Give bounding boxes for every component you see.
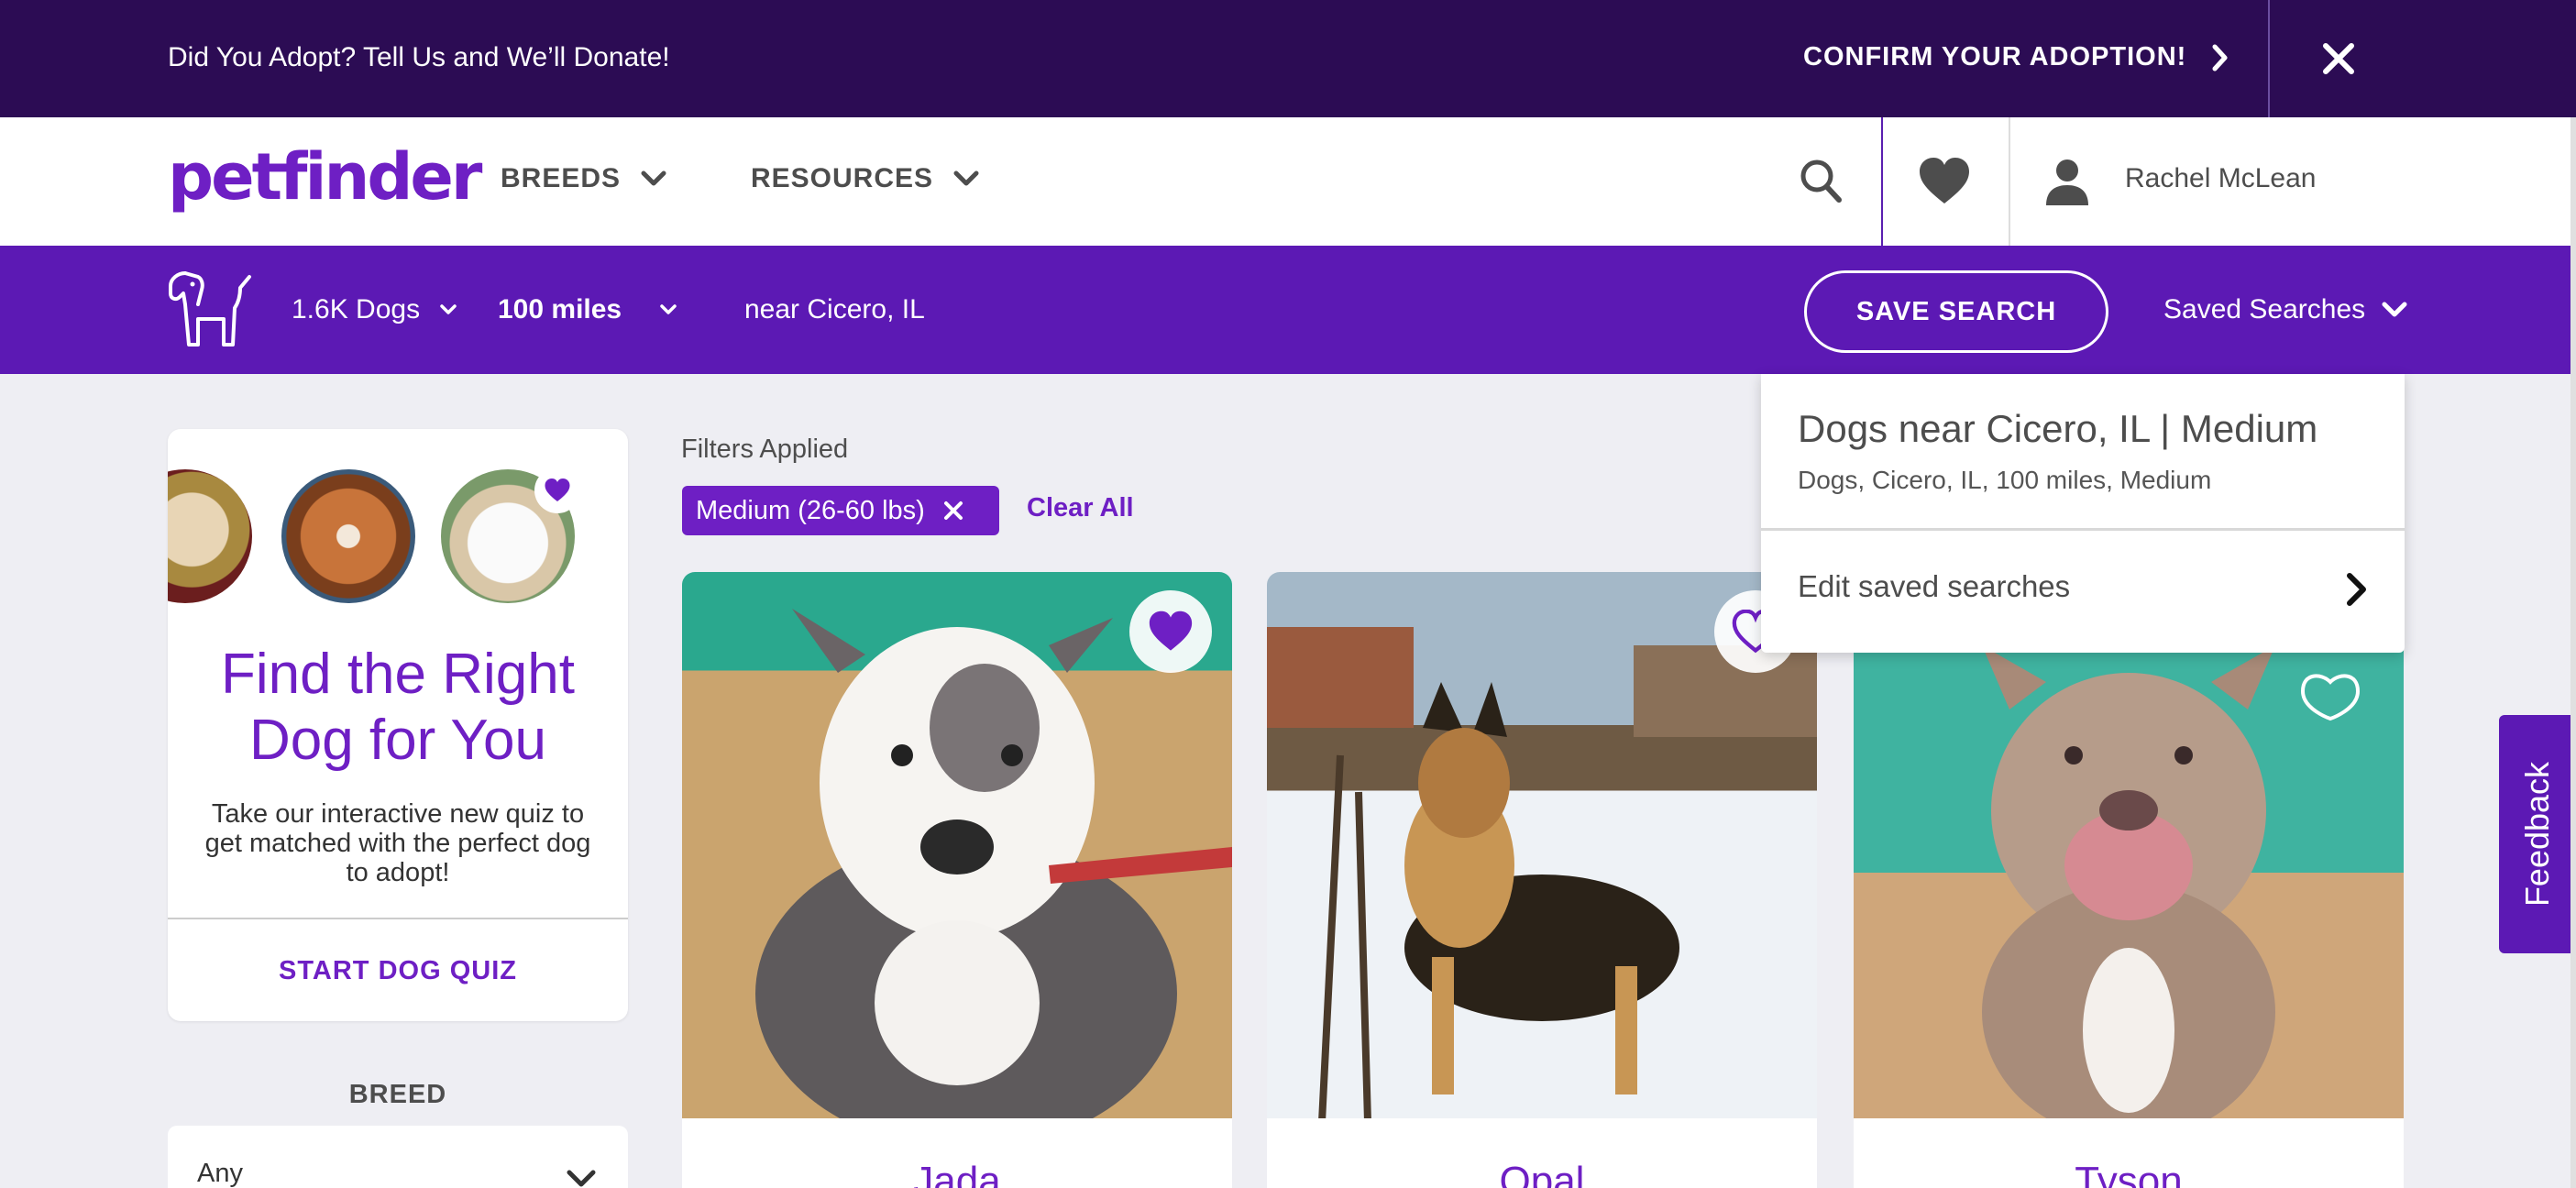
- promo-divider: [2268, 0, 2270, 117]
- quiz-divider: [168, 918, 628, 919]
- chevron-down-icon: [953, 170, 979, 186]
- edit-saved-searches-label: Edit saved searches: [1798, 569, 2071, 603]
- filter-chip[interactable]: Medium (26-60 lbs): [682, 486, 999, 535]
- header-divider: [1881, 117, 1883, 246]
- heart-icon: [534, 468, 580, 513]
- pet-name[interactable]: Tyson: [1854, 1159, 2404, 1188]
- quiz-title-line: Dog for You: [248, 709, 547, 772]
- page-scrollbar[interactable]: [2570, 117, 2576, 1188]
- nav-resources[interactable]: RESOURCES: [751, 163, 979, 194]
- breed-select-value: Any: [197, 1159, 243, 1188]
- pet-card[interactable]: Jada: [682, 572, 1232, 1188]
- quiz-title: Find the Right Dog for You: [168, 642, 628, 774]
- user-name[interactable]: Rachel McLean: [2125, 163, 2316, 194]
- close-icon[interactable]: [943, 500, 963, 521]
- petfinder-logo[interactable]: petfinder: [168, 139, 482, 214]
- animal-count-select[interactable]: 1.6K Dogs: [292, 294, 457, 325]
- save-search-button[interactable]: SAVE SEARCH: [1804, 270, 2108, 353]
- chevron-down-icon: [567, 1170, 596, 1187]
- feedback-label: Feedback: [2518, 761, 2556, 908]
- chevron-right-icon: [2347, 573, 2366, 606]
- favorite-button[interactable]: [1129, 590, 1212, 673]
- heart-icon[interactable]: [1918, 156, 1971, 207]
- chevron-down-icon: [2382, 302, 2407, 317]
- dog-avatar: [281, 469, 415, 603]
- nav-resources-label: RESOURCES: [751, 163, 934, 193]
- edit-saved-searches-link[interactable]: Edit saved searches: [1761, 531, 2405, 653]
- nav-breeds-label: BREEDS: [501, 163, 622, 193]
- feedback-tab[interactable]: Feedback: [2499, 715, 2576, 953]
- filter-chip-label: Medium (26-60 lbs): [696, 495, 925, 525]
- caret-down-icon: [440, 304, 457, 314]
- pet-card[interactable]: Opal: [1267, 572, 1817, 1188]
- search-bar: 1.6K Dogs 100 miles near Cicero, IL SAVE…: [0, 246, 2576, 374]
- confirm-adoption-label: CONFIRM YOUR ADOPTION!: [1803, 42, 2187, 72]
- chevron-right-icon: [2212, 44, 2228, 71]
- dog-avatar: [168, 469, 252, 603]
- location-field[interactable]: near Cicero, IL: [744, 294, 925, 325]
- breed-select[interactable]: Any: [168, 1126, 628, 1188]
- pet-name[interactable]: Opal: [1267, 1159, 1817, 1188]
- caret-down-icon: [660, 304, 677, 314]
- pet-name[interactable]: Jada: [682, 1159, 1232, 1188]
- chevron-down-icon: [641, 170, 666, 186]
- heart-icon: [1149, 610, 1193, 651]
- filters-applied-label: Filters Applied: [681, 434, 849, 464]
- confirm-adoption-link[interactable]: CONFIRM YOUR ADOPTION!: [1803, 42, 2229, 72]
- saved-searches-dropdown: Dogs near Cicero, IL | Medium Dogs, Cice…: [1761, 374, 2405, 653]
- breed-filter-label: BREED: [348, 1080, 447, 1109]
- pet-card[interactable]: Tyson: [1854, 572, 2404, 1188]
- user-icon[interactable]: [2044, 158, 2090, 205]
- distance-select[interactable]: 100 miles: [498, 294, 677, 325]
- pet-photo-art: [1915, 591, 2361, 1140]
- promo-message: Did You Adopt? Tell Us and We’ll Donate!: [168, 42, 670, 72]
- start-dog-quiz-button[interactable]: START DOG QUIZ: [168, 920, 628, 1021]
- saved-search-title[interactable]: Dogs near Cicero, IL | Medium: [1798, 407, 2317, 451]
- close-icon[interactable]: [2318, 31, 2359, 86]
- clear-all-link[interactable]: Clear All: [1027, 493, 1134, 523]
- animal-count-label: 1.6K Dogs: [292, 294, 421, 324]
- saved-search-details: Dogs, Cicero, IL, 100 miles, Medium: [1798, 466, 2212, 494]
- header-divider: [2009, 117, 2010, 246]
- nav-breeds[interactable]: BREEDS: [501, 163, 666, 194]
- promo-banner: Did You Adopt? Tell Us and We’ll Donate!…: [0, 0, 2576, 117]
- search-icon[interactable]: [1797, 154, 1846, 209]
- pet-photo: [1854, 572, 2404, 1140]
- dog-icon: [169, 271, 251, 346]
- quiz-title-line: Find the Right: [221, 643, 575, 706]
- site-header: petfinder BREEDS RESOURCES Rachel McLean: [0, 117, 2576, 246]
- dog-quiz-card: Find the Right Dog for You Take our inte…: [168, 429, 628, 1021]
- quiz-description: Take our interactive new quiz to get mat…: [204, 799, 591, 887]
- saved-searches-label: Saved Searches: [2163, 294, 2366, 324]
- distance-label: 100 miles: [498, 294, 622, 324]
- saved-searches-toggle[interactable]: Saved Searches: [2163, 294, 2407, 325]
